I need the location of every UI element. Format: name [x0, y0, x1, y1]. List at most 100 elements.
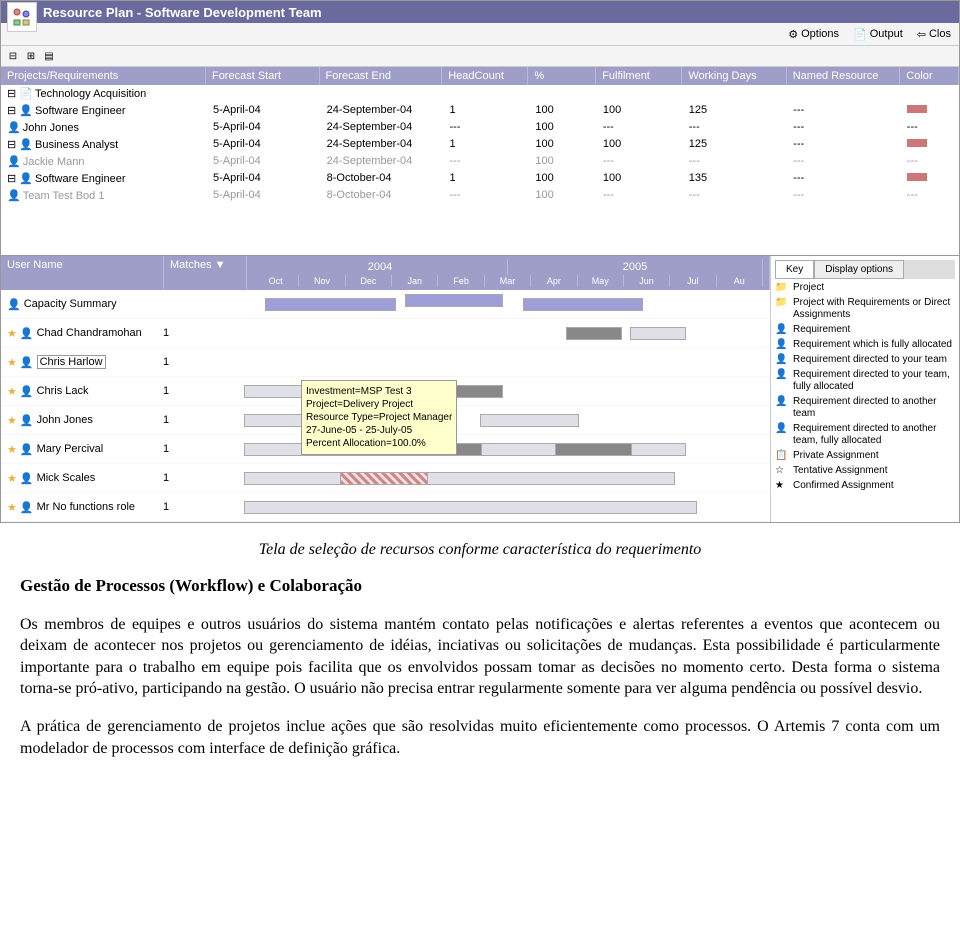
- tab-display-options[interactable]: Display options: [814, 260, 904, 279]
- key-item: 📁Project: [775, 282, 955, 294]
- key-list: 📁Project📁Project with Requirements or Di…: [775, 282, 955, 492]
- month-label: Au: [717, 275, 763, 287]
- key-label: Tentative Assignment: [793, 465, 888, 477]
- key-label: Private Assignment: [793, 450, 879, 462]
- matches-value: 1: [157, 327, 233, 339]
- user-row[interactable]: ★👤Mr No functions role1: [1, 493, 770, 522]
- tree-icon: 👤: [7, 121, 21, 134]
- key-item: ☆Tentative Assignment: [775, 465, 955, 477]
- key-item: ★Confirmed Assignment: [775, 480, 955, 492]
- table-row[interactable]: 👤 Team Test Bod 15-April-048-October-04-…: [1, 187, 959, 204]
- key-icon: 👤: [775, 369, 789, 381]
- user-name: Chris Lack: [37, 385, 89, 397]
- allocation-bar[interactable]: [566, 327, 622, 340]
- user-row[interactable]: ★👤Chris Harlow1: [1, 348, 770, 377]
- user-name-input[interactable]: Chris Harlow: [37, 355, 106, 369]
- table-row[interactable]: 👤 Jackie Mann5-April-0424-September-04--…: [1, 153, 959, 170]
- user-name: Mick Scales: [37, 472, 96, 484]
- allocation-bar[interactable]: [555, 443, 632, 456]
- lower-left: User Name Matches ▼ 20042005 OctNovDecJa…: [1, 256, 770, 522]
- collapse-icon[interactable]: ⊟: [5, 48, 21, 64]
- tree-icon: ⊟ 👤: [7, 138, 33, 151]
- key-label: Project with Requirements or Direct Assi…: [793, 297, 955, 321]
- month-label: Jun: [624, 275, 670, 287]
- options-button[interactable]: ⚙Options: [788, 28, 839, 41]
- month-label: Feb: [438, 275, 484, 287]
- lower-header: User Name Matches ▼ 20042005 OctNovDecJa…: [1, 256, 770, 290]
- key-icon: 👤: [775, 354, 789, 366]
- resource-plan-window: Resource Plan - Software Development Tea…: [0, 0, 960, 523]
- capacity-summary-row: 👤Capacity Summary: [1, 290, 770, 319]
- row-name: Software Engineer: [35, 105, 126, 117]
- row-name: Team Test Bod 1: [23, 190, 105, 202]
- table-row[interactable]: ⊟ 👤 Software Engineer5-April-048-October…: [1, 170, 959, 187]
- color-swatch: [907, 173, 927, 181]
- key-item: 📋Private Assignment: [775, 450, 955, 462]
- col-headcount[interactable]: HeadCount: [442, 67, 528, 85]
- row-name: Software Engineer: [35, 173, 126, 185]
- allocation-bar[interactable]: [340, 472, 428, 485]
- key-icon: 👤: [775, 396, 789, 408]
- col-forecast-end[interactable]: Forecast End: [320, 67, 443, 85]
- close-button[interactable]: ⇦Clos: [917, 28, 951, 41]
- expand-icon[interactable]: ⊞: [23, 48, 39, 64]
- key-item: 👤Requirement directed to another team, f…: [775, 423, 955, 447]
- person-icon: 👤: [20, 501, 34, 514]
- key-item: 👤Requirement directed to another team: [775, 396, 955, 420]
- tab-key[interactable]: Key: [775, 260, 814, 279]
- matches-value: 1: [157, 356, 233, 368]
- close-icon: ⇦: [917, 28, 926, 41]
- star-icon: ★: [7, 385, 17, 398]
- month-label: Apr: [531, 275, 577, 287]
- col-projects[interactable]: Projects/Requirements: [1, 67, 206, 85]
- key-label: Confirmed Assignment: [793, 480, 894, 492]
- person-icon: 👤: [20, 472, 34, 485]
- col-matches[interactable]: Matches ▼: [164, 256, 247, 290]
- month-label: Jan: [392, 275, 438, 287]
- grid-header: Projects/Requirements Forecast Start For…: [1, 67, 959, 85]
- section-heading: Gestão de Processos (Workflow) e Colabor…: [20, 575, 940, 598]
- user-row[interactable]: ★👤Chad Chandramohan1: [1, 319, 770, 348]
- key-item: 👤 Requirement directed to your team, full…: [775, 369, 955, 393]
- user-name: Chad Chandramohan: [37, 327, 142, 339]
- allocation-bar[interactable]: [630, 327, 686, 340]
- allocation-tooltip: Investment=MSP Test 3 Project=Delivery P…: [301, 380, 457, 455]
- table-row[interactable]: ⊟ 👤 Software Engineer5-April-0424-Septem…: [1, 102, 959, 119]
- table-row[interactable]: 👤 John Jones5-April-0424-September-04---…: [1, 119, 959, 136]
- col-working-days[interactable]: Working Days: [682, 67, 786, 85]
- month-label: May: [578, 275, 624, 287]
- col-user-name[interactable]: User Name: [1, 256, 164, 290]
- allocation-bar[interactable]: [244, 501, 697, 514]
- key-panel: Key Display options 📁Project📁Project wit…: [770, 256, 959, 522]
- star-icon: ★: [7, 472, 17, 485]
- col-named-resource[interactable]: Named Resource: [787, 67, 901, 85]
- col-fulfilment[interactable]: Fulfilment: [596, 67, 682, 85]
- color-swatch: [907, 139, 927, 147]
- table-row[interactable]: ⊟ 📄 Technology Acquisition: [1, 85, 959, 102]
- year-label: 2004: [253, 259, 508, 275]
- month-label: Nov: [299, 275, 345, 287]
- allocation-bar[interactable]: [480, 414, 579, 427]
- timeline-header: 20042005 OctNovDecJanFebMarAprMayJunJulA…: [247, 256, 770, 290]
- figure-caption: Tela de seleção de recursos conforme car…: [20, 539, 940, 561]
- key-label: Requirement directed to your team, fully…: [793, 369, 955, 393]
- user-name: John Jones: [37, 414, 93, 426]
- tool-icon[interactable]: ▤: [41, 48, 57, 64]
- user-row[interactable]: ★👤Mick Scales1: [1, 464, 770, 493]
- capacity-label: Capacity Summary: [24, 298, 117, 310]
- col-forecast-start[interactable]: Forecast Start: [206, 67, 320, 85]
- col-percent[interactable]: %: [528, 67, 596, 85]
- matches-value: 1: [157, 443, 233, 455]
- col-color[interactable]: Color: [900, 67, 959, 85]
- allocation-bar[interactable]: [244, 472, 676, 485]
- output-button[interactable]: 📄Output: [853, 28, 903, 41]
- mini-toolbar: ⊟ ⊞ ▤: [1, 46, 959, 67]
- table-row[interactable]: ⊟ 👤 Business Analyst5-April-0424-Septemb…: [1, 136, 959, 153]
- key-label: Requirement directed to another team, fu…: [793, 423, 955, 447]
- key-label: Requirement: [793, 324, 850, 336]
- capacity-body: Investment=MSP Test 3 Project=Delivery P…: [1, 290, 770, 522]
- month-label: Jul: [670, 275, 716, 287]
- grid-body: ⊟ 📄 Technology Acquisition⊟ 👤 Software E…: [1, 85, 959, 255]
- user-name: Mary Percival: [37, 443, 104, 455]
- person-icon: 👤: [20, 356, 34, 369]
